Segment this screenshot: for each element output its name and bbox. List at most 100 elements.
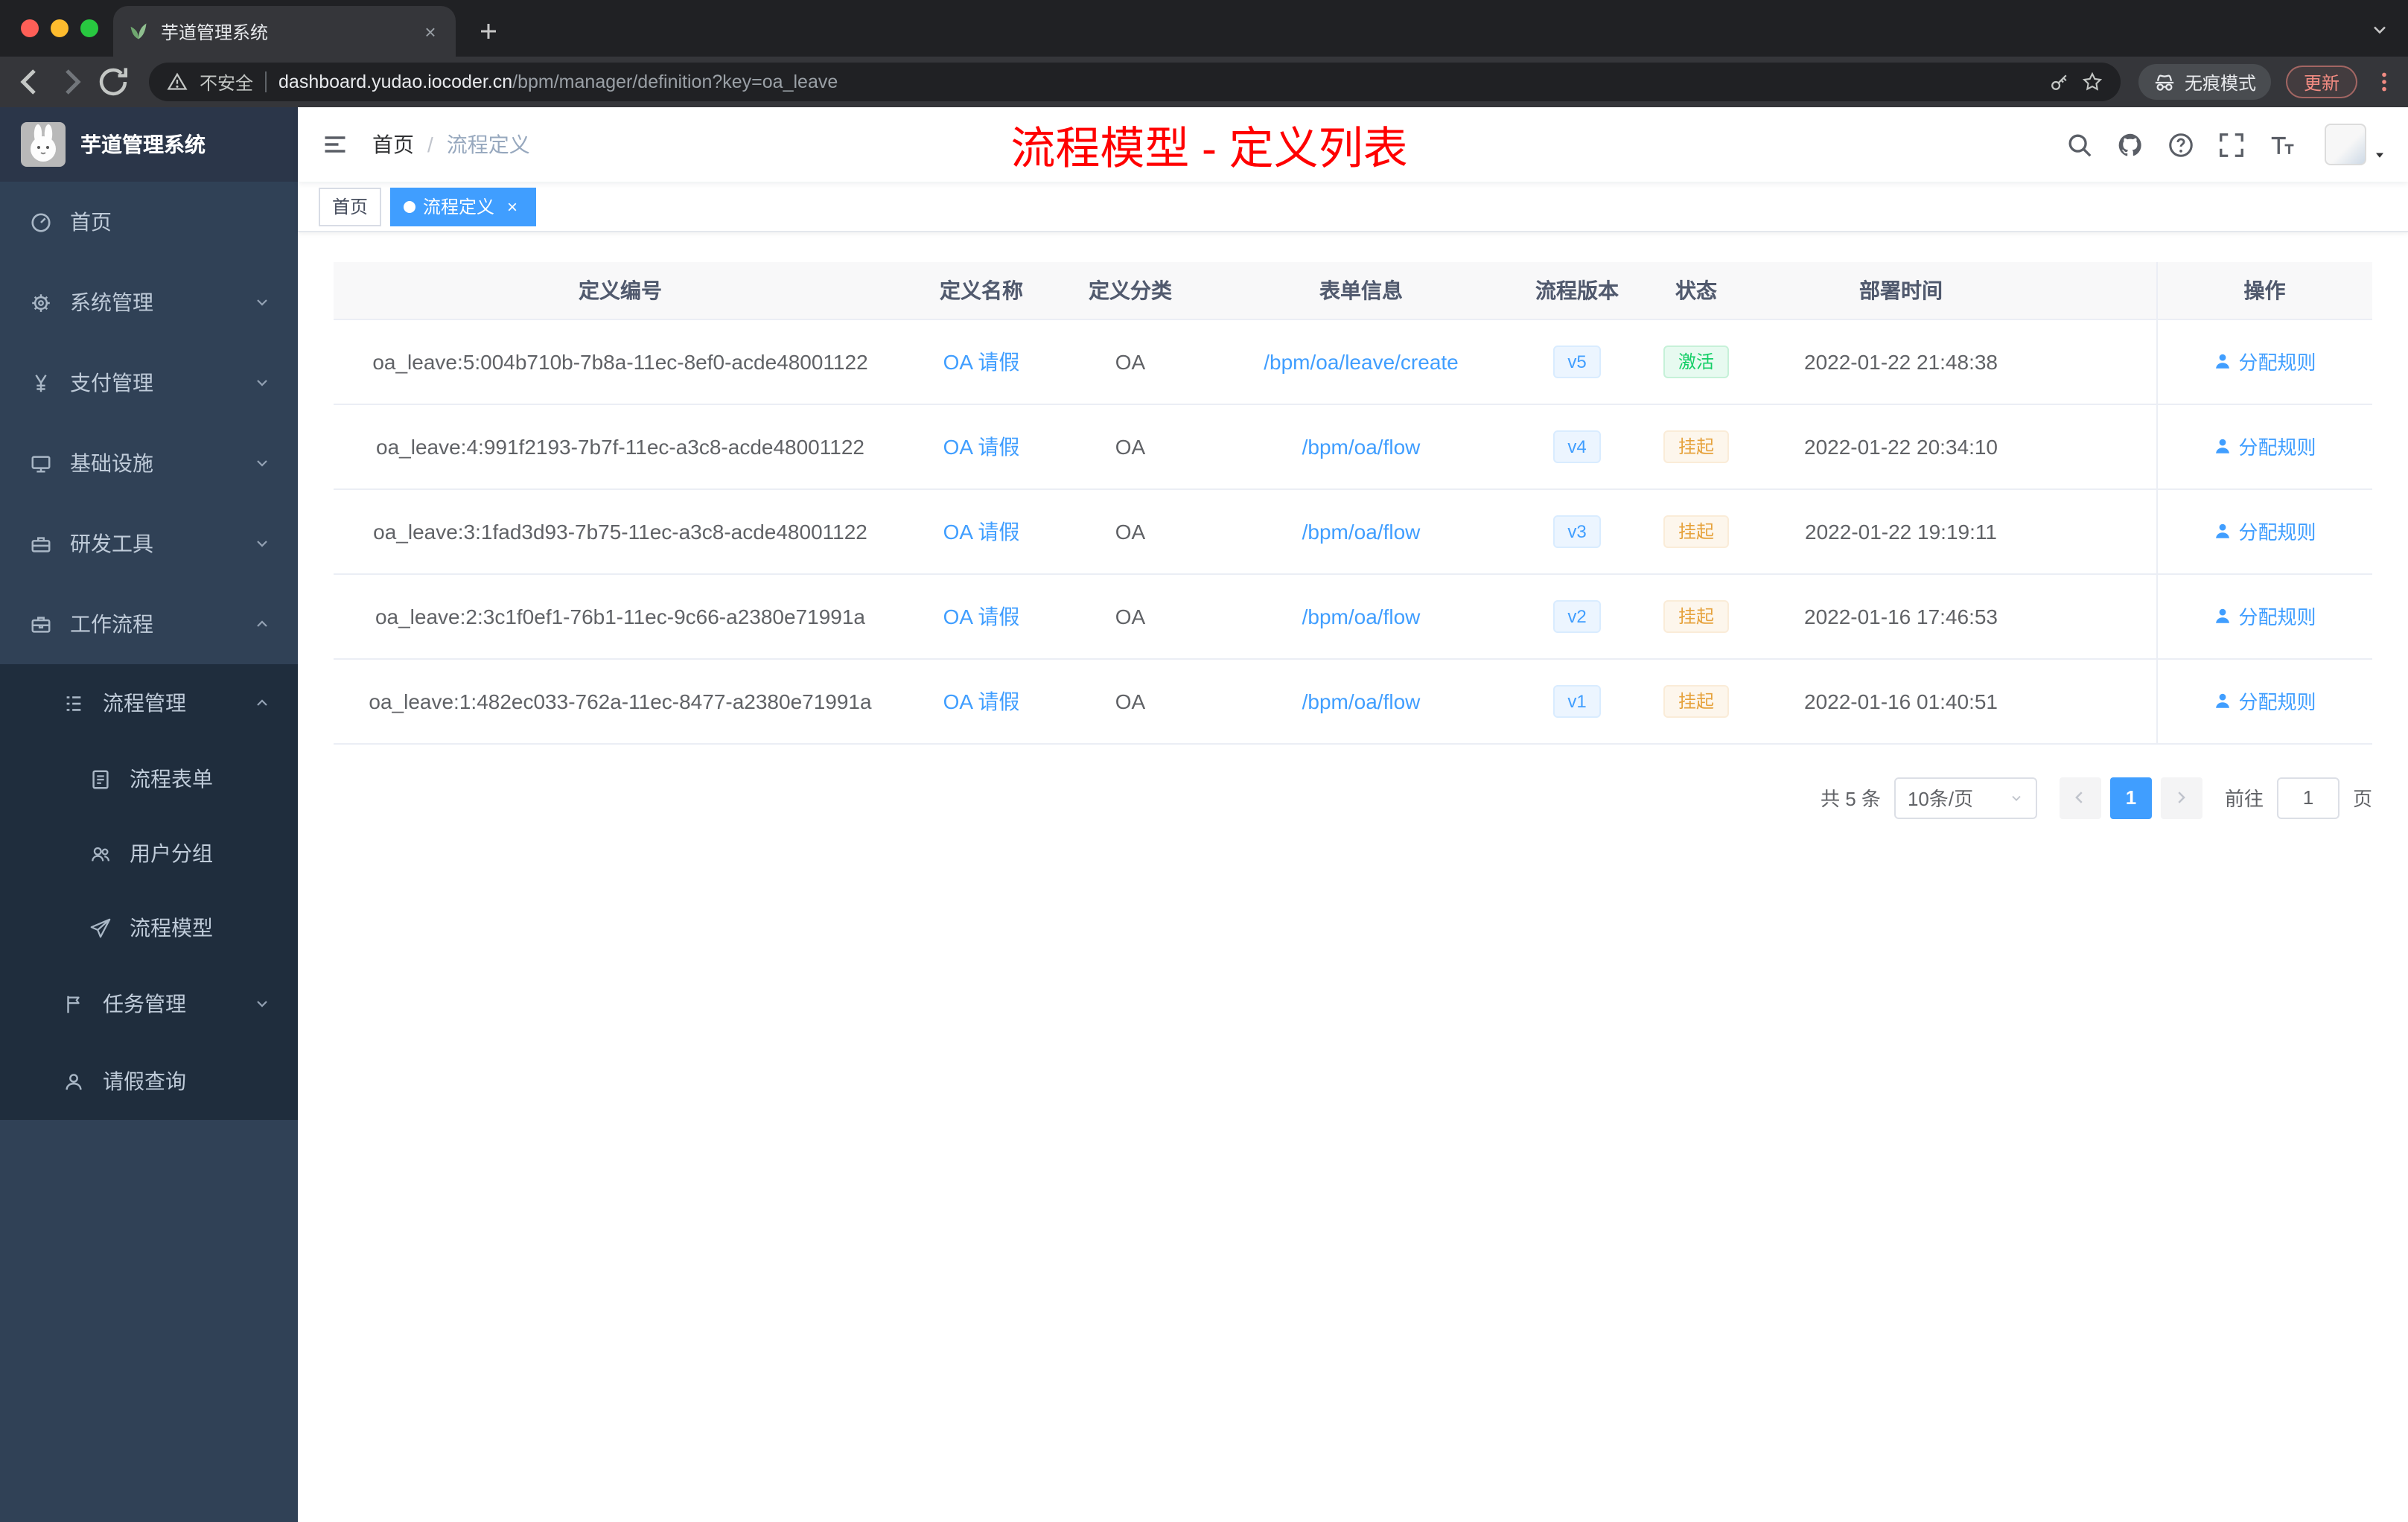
- assign-rule-link[interactable]: 分配规则: [2213, 517, 2316, 545]
- next-page-button[interactable]: [2160, 777, 2202, 818]
- assign-rule-link[interactable]: 分配规则: [2213, 687, 2316, 715]
- question-icon[interactable]: [2167, 130, 2195, 159]
- form-link[interactable]: /bpm/oa/flow: [1302, 434, 1421, 458]
- form-link[interactable]: /bpm/oa/flow: [1302, 519, 1421, 543]
- cell-status: 挂起: [1637, 573, 1756, 659]
- column-header-form-info: 表单信息: [1205, 262, 1517, 319]
- browser-tab[interactable]: 芋道管理系统 ×: [113, 6, 456, 57]
- zoom-window-button[interactable]: [80, 19, 98, 37]
- form-link[interactable]: /bpm/oa/flow: [1302, 689, 1421, 713]
- status-badge: 挂起: [1663, 599, 1729, 632]
- assign-rule-link[interactable]: 分配规则: [2213, 602, 2316, 630]
- sidebar-item-infrastructure[interactable]: 基础设施: [0, 423, 298, 503]
- user-menu[interactable]: [2325, 124, 2387, 165]
- goto-page-input[interactable]: [2276, 777, 2339, 818]
- version-badge: v1: [1552, 684, 1602, 717]
- table-row: oa_leave:5:004b710b-7b8a-11ec-8ef0-acde4…: [334, 319, 2372, 404]
- hamburger-icon[interactable]: [322, 131, 348, 158]
- sidebar-item-label: 系统管理: [70, 290, 153, 314]
- close-tag-icon[interactable]: ×: [502, 196, 523, 217]
- close-tab-icon[interactable]: ×: [420, 20, 441, 42]
- sidebar-item-workflow[interactable]: 工作流程: [0, 584, 298, 664]
- definition-name-link[interactable]: OA 请假: [943, 604, 1020, 628]
- table-row: oa_leave:3:1fad3d93-7b75-11ec-a3c8-acde4…: [334, 488, 2372, 574]
- forward-button[interactable]: [54, 64, 89, 100]
- cell-definition-name: OA 请假: [907, 573, 1056, 659]
- chevron-left-icon: [2072, 789, 2089, 806]
- chevron-down-icon: [253, 454, 271, 472]
- back-button[interactable]: [12, 64, 48, 100]
- password-key-icon[interactable]: [2049, 71, 2070, 92]
- breadcrumb-home[interactable]: 首页: [372, 130, 414, 159]
- minimize-window-button[interactable]: [51, 19, 69, 37]
- assign-rule-link[interactable]: 分配规则: [2213, 347, 2316, 375]
- search-icon[interactable]: [2065, 130, 2094, 159]
- gear-icon: [30, 291, 52, 313]
- sidebar-logo[interactable]: 芋道管理系统: [0, 107, 298, 182]
- page-size-select[interactable]: 10条/页: [1893, 777, 2037, 818]
- sidebar: 芋道管理系统 首页系统管理支付管理基础设施研发工具 工作流程流程管理流程表单 用户分…: [0, 107, 298, 1522]
- sidebar-item-process-mgmt[interactable]: 流程管理: [0, 664, 298, 742]
- cell-status: 激活: [1637, 319, 1756, 404]
- status-badge: 挂起: [1663, 684, 1729, 717]
- sidebar-item-home[interactable]: 首页: [0, 182, 298, 262]
- incognito-badge: 无痕模式: [2138, 64, 2271, 100]
- sidebar-item-process-form[interactable]: 流程表单: [0, 742, 298, 816]
- cell-filler: [2046, 319, 2156, 404]
- font-size-icon[interactable]: [2268, 130, 2296, 159]
- pager: 1: [2059, 777, 2202, 818]
- sidebar-item-system-mgmt[interactable]: 系统管理: [0, 262, 298, 343]
- version-badge: v2: [1552, 599, 1602, 632]
- favicon-icon: [128, 21, 149, 42]
- sidebar-item-payment-mgmt[interactable]: 支付管理: [0, 343, 298, 423]
- cell-deploy-time: 2022-01-16 01:40:51: [1756, 658, 2046, 744]
- definition-name-link[interactable]: OA 请假: [943, 349, 1020, 373]
- avatar: [2325, 124, 2366, 165]
- cell-form-info: /bpm/oa/flow: [1205, 573, 1517, 659]
- form-link[interactable]: /bpm/oa/flow: [1302, 604, 1421, 628]
- sidebar-item-process-model[interactable]: 流程模型: [0, 891, 298, 965]
- incognito-icon: [2153, 71, 2176, 93]
- send-icon: [89, 917, 112, 939]
- definition-name-link[interactable]: OA 请假: [943, 689, 1020, 713]
- tab-search-caret-icon[interactable]: [2369, 19, 2390, 40]
- cell-version: v3: [1517, 488, 1637, 574]
- update-button[interactable]: 更新: [2285, 66, 2357, 98]
- sidebar-item-leave-query[interactable]: 请假查询: [0, 1042, 298, 1120]
- cell-deploy-time: 2022-01-22 21:48:38: [1756, 319, 2046, 404]
- table-row: oa_leave:2:3c1f0ef1-76b1-11ec-9c66-a2380…: [334, 573, 2372, 659]
- browser-menu-icon[interactable]: [2372, 70, 2396, 94]
- tree-icon: [63, 692, 85, 714]
- chevron-down-icon: [2009, 790, 2024, 805]
- sidebar-item-dev-tools[interactable]: 研发工具: [0, 503, 298, 584]
- table-row: oa_leave:1:482ec033-762a-11ec-8477-a2380…: [334, 658, 2372, 744]
- sidebar-item-task-mgmt[interactable]: 任务管理: [0, 965, 298, 1042]
- sidebar-item-label: 流程管理: [103, 691, 186, 715]
- user-icon: [2213, 691, 2232, 710]
- page-number-1[interactable]: 1: [2109, 777, 2152, 818]
- cell-deploy-time: 2022-01-22 19:19:11: [1756, 488, 2046, 574]
- form-link[interactable]: /bpm/oa/leave/create: [1264, 349, 1459, 373]
- assign-rule-link[interactable]: 分配规则: [2213, 432, 2316, 460]
- reload-button[interactable]: [95, 64, 131, 100]
- sidebar-item-user-group[interactable]: 用户分组: [0, 816, 298, 891]
- page-size-value: 10条/页: [1907, 788, 1974, 810]
- github-icon[interactable]: [2116, 130, 2144, 159]
- prev-page-button[interactable]: [2059, 777, 2101, 818]
- column-header-status: 状态: [1637, 262, 1756, 319]
- tag-process-definition[interactable]: 流程定义 ×: [390, 187, 537, 226]
- chevron-up-icon: [253, 694, 271, 712]
- new-tab-button[interactable]: [477, 19, 500, 43]
- definition-name-link[interactable]: OA 请假: [943, 434, 1020, 458]
- definition-name-link[interactable]: OA 请假: [943, 519, 1020, 543]
- top-navbar: 首页 / 流程定义 流程模型 - 定义列表: [298, 107, 2408, 182]
- close-window-button[interactable]: [21, 19, 39, 37]
- user-icon: [2213, 606, 2232, 625]
- sidebar-item-label: 基础设施: [70, 451, 153, 475]
- address-bar[interactable]: 不安全 dashboard.yudao.iocoder.cn/bpm/manag…: [149, 63, 2121, 101]
- status-badge: 激活: [1663, 345, 1729, 378]
- bookmark-star-icon[interactable]: [2082, 71, 2103, 92]
- window-controls: [21, 19, 98, 37]
- fullscreen-icon[interactable]: [2217, 130, 2246, 159]
- tag-home[interactable]: 首页: [319, 187, 382, 226]
